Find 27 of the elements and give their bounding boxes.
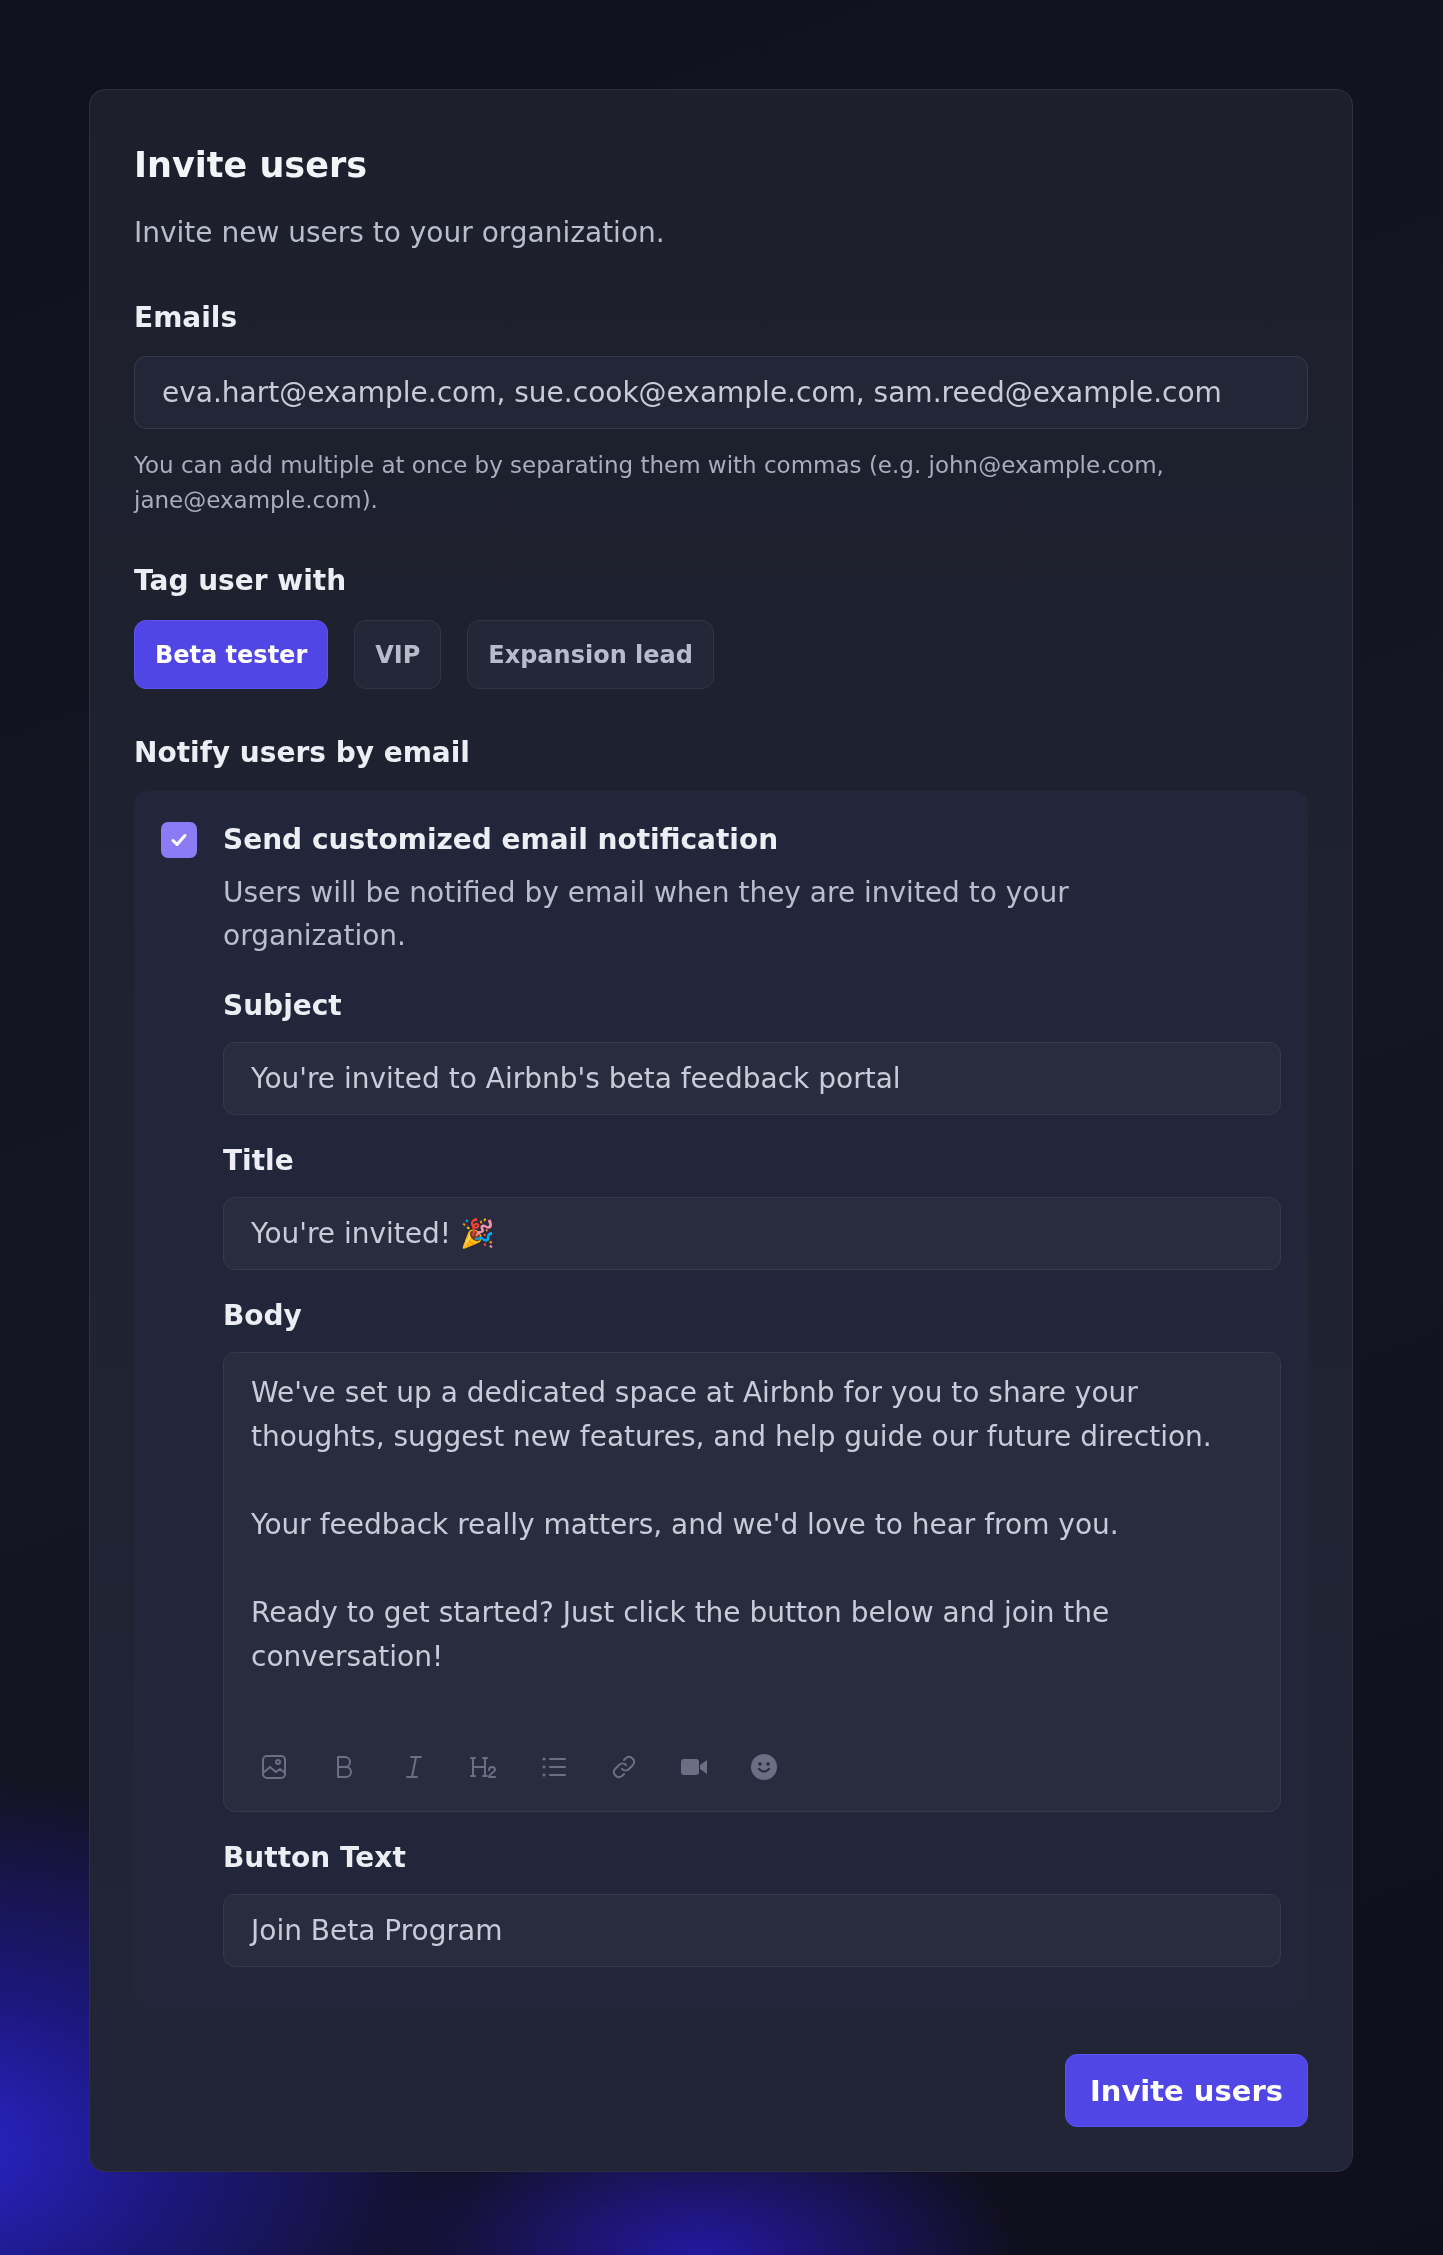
checkbox[interactable] xyxy=(161,822,197,858)
option-description: Users will be notified by email when they are invited to your organization. xyxy=(223,875,1070,954)
body-editor[interactable] xyxy=(223,1352,1281,1812)
field-label: Title xyxy=(223,1143,295,1179)
tag-chip[interactable]: VIP xyxy=(354,620,442,689)
help-text: You can add multiple at once by separating them with commas (e.g. john@example.com, jane@example.com). xyxy=(134,451,1165,515)
body-paragraph: Your feedback really matters, and we'd love to hear from you. xyxy=(251,1507,1120,1543)
option-label: Send customized email notification xyxy=(223,822,780,858)
title-field[interactable]: You're invited! 🎉 xyxy=(223,1197,1281,1270)
field-label: Emails xyxy=(134,300,239,336)
image-icon[interactable] xyxy=(259,1752,289,1782)
tag-chip[interactable]: Beta tester xyxy=(134,620,329,689)
dialog-title: Invite users xyxy=(134,144,368,187)
subject-field[interactable]: You're invited to Airbnb's beta feedback portal xyxy=(223,1042,1281,1115)
section-label: Notify users by email xyxy=(134,735,471,771)
field-label: Body xyxy=(223,1298,303,1334)
dialog-subtitle: Invite new users to your organization. xyxy=(134,215,666,251)
smiley-icon[interactable] xyxy=(749,1752,779,1782)
field-label: Subject xyxy=(223,988,343,1024)
tag-chip[interactable]: Expansion lead xyxy=(467,620,714,689)
invite-button[interactable]: Invite users xyxy=(1064,2054,1308,2127)
emails-field[interactable]: eva.hart@example.com, sue.cook@example.com, sam.reed@example.com xyxy=(134,356,1308,429)
field-label: Tag user with xyxy=(134,563,348,599)
field-label: Button Text xyxy=(223,1840,407,1876)
body-paragraph: We've set up a dedicated space at Airbnb for you to share your thoughts, suggest new features, and help guide our future direction. xyxy=(251,1375,1213,1455)
button-text-field[interactable]: Join Beta Program xyxy=(223,1894,1281,1967)
body-paragraph: Ready to get started? Just click the button below and join the conversation! xyxy=(251,1595,1111,1675)
